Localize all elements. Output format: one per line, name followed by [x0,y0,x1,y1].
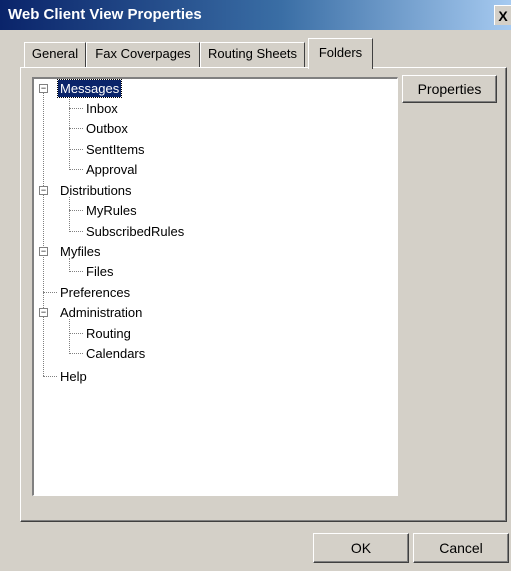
tree-node-administration[interactable]: Administration [58,304,144,321]
tree-node-help[interactable]: Help [58,368,89,385]
tree-distributions-line [69,197,70,230]
tab-fax-coverpages[interactable]: Fax Coverpages [86,42,200,67]
tree-node-approval[interactable]: Approval [84,161,139,178]
tab-routing-sheets[interactable]: Routing Sheets [200,42,305,67]
tree-messages-line [69,95,70,168]
ok-button[interactable]: OK [313,533,409,563]
tree-node-myfiles[interactable]: Myfiles [58,243,102,260]
tree-node-distributions[interactable]: Distributions [58,182,134,199]
tree-administration-line [69,319,70,352]
tree-connector [69,149,83,150]
collapse-myfiles-icon[interactable]: − [39,247,48,256]
tab-folders[interactable]: Folders [308,38,373,69]
tree-connector [43,376,57,377]
tree-connector [69,333,83,334]
folder-tree[interactable]: − − − − Messages Inbox Outbox SentItems … [32,77,398,496]
collapse-messages-icon[interactable]: − [39,84,48,93]
tree-node-myrules[interactable]: MyRules [84,202,139,219]
tree-node-inbox[interactable]: Inbox [84,100,120,117]
tree-node-sentitems[interactable]: SentItems [84,141,147,158]
tree-node-subscribedrules[interactable]: SubscribedRules [84,223,186,240]
tree-connector [69,169,83,170]
properties-button[interactable]: Properties [402,75,497,103]
tree-node-routing[interactable]: Routing [84,325,133,342]
tree-connector [69,210,83,211]
tree-node-messages[interactable]: Messages [56,79,123,98]
tree-connector [69,108,83,109]
close-button[interactable]: X [494,5,511,25]
collapse-administration-icon[interactable]: − [39,308,48,317]
window-title: Web Client View Properties [8,6,202,23]
tree-connector [43,292,57,293]
tree-connector [69,231,83,232]
tree-node-calendars[interactable]: Calendars [84,345,147,362]
tree-connector [69,353,83,354]
tree-node-outbox[interactable]: Outbox [84,120,130,137]
cancel-button[interactable]: Cancel [413,533,509,563]
tree-connector [69,128,83,129]
title-bar: Web Client View Properties X [0,0,511,30]
collapse-distributions-icon[interactable]: − [39,186,48,195]
tree-root-line [43,89,44,376]
tree-node-files[interactable]: Files [84,263,115,280]
tree-node-preferences[interactable]: Preferences [58,284,132,301]
tab-general[interactable]: General [24,42,86,67]
tree-connector [69,271,83,272]
